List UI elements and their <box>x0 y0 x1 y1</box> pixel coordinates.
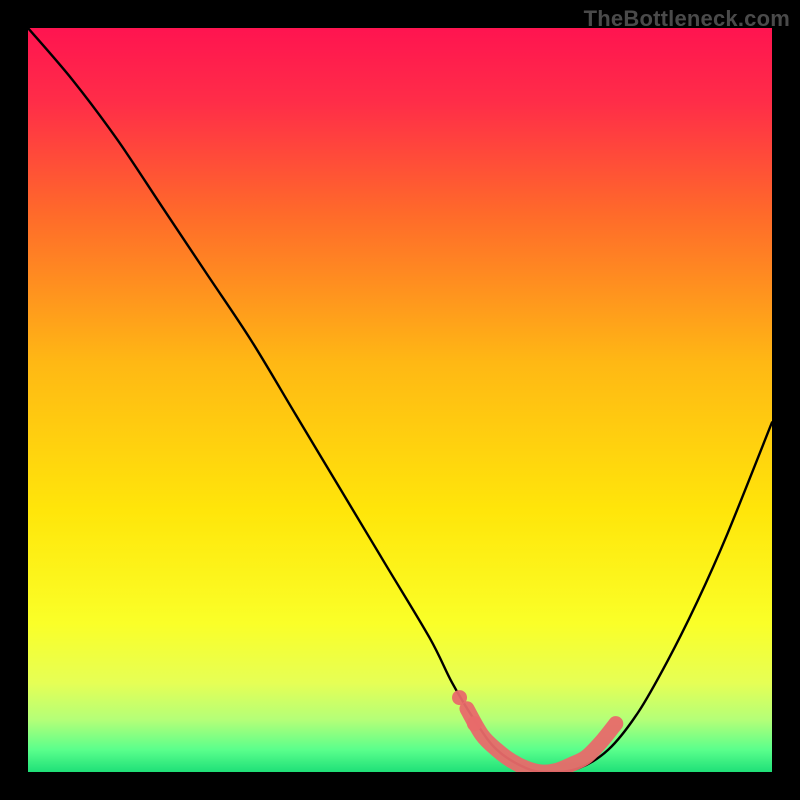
bottleneck-chart <box>28 28 772 772</box>
gradient-background <box>28 28 772 772</box>
chart-stage: TheBottleneck.com <box>0 0 800 800</box>
